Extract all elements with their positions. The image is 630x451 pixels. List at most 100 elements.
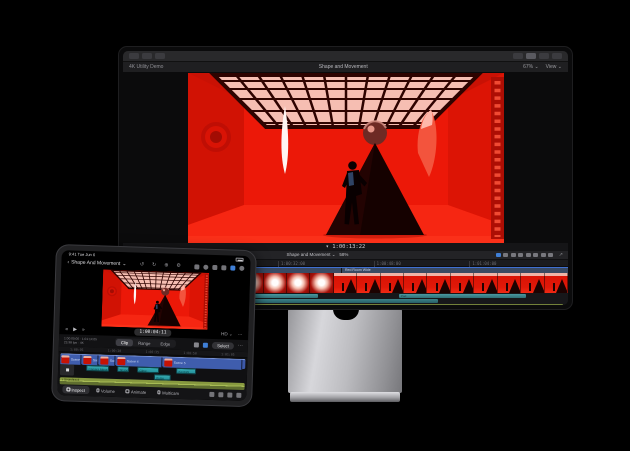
clip-thumbnail[interactable] [381, 273, 404, 293]
button-label: Volume [101, 388, 115, 393]
timeline-toggle-button[interactable] [526, 53, 536, 59]
back-chevron-icon[interactable]: ‹ [67, 260, 69, 266]
ruler-label: 1:00:35 [146, 350, 160, 354]
desk-scene: 4K Utility Demo Shape and Movement 67% ⌄… [0, 0, 630, 451]
trim-icon[interactable] [533, 253, 538, 257]
ruler-label: 1:00:05 [70, 348, 84, 352]
storyline-clip[interactable]: Scene 1 [60, 354, 81, 365]
clip-name: Glow [138, 367, 158, 373]
mode-edge[interactable]: Edge [155, 340, 175, 348]
audio-clip-label: Pad [399, 294, 526, 298]
ipad-mode-segment: ClipRangeEdge [115, 338, 176, 348]
play-icon[interactable]: ▶ [73, 327, 77, 333]
overwrite-icon[interactable] [236, 392, 241, 397]
snapping-icon[interactable] [194, 342, 199, 347]
connected-clip[interactable]: Glow [137, 366, 159, 373]
tools-icon[interactable] [526, 253, 531, 257]
bottom-button-multicam[interactable]: Multicam [153, 388, 183, 397]
gap-clip[interactable] [60, 364, 74, 375]
clip-name: Shapes [118, 367, 128, 373]
clip-appearance-icon[interactable] [518, 253, 523, 257]
clip-name: Pulse [155, 375, 170, 381]
audio-clip[interactable]: Pad [399, 294, 526, 298]
clip-thumbnail[interactable] [287, 273, 310, 293]
effects-icon[interactable] [541, 253, 546, 257]
record-icon[interactable] [203, 264, 208, 269]
storyline-clip[interactable]: Scene 3 [99, 355, 115, 365]
browser-icon[interactable] [194, 264, 199, 269]
viewer-zoom-menu[interactable]: 67% ⌄ [523, 64, 539, 70]
mode-range[interactable]: Range [133, 339, 156, 347]
clip-thumbnail[interactable] [310, 273, 333, 293]
skip-back-icon[interactable]: « [65, 327, 68, 333]
export-icon[interactable] [239, 266, 244, 271]
project-menu[interactable]: Shape and Movement ⌄ [286, 252, 335, 257]
connected-clip[interactable]: Camera Move [86, 365, 109, 372]
select-button[interactable]: Select [212, 342, 234, 350]
more-icon[interactable]: ⋯ [238, 343, 243, 349]
connected-clip[interactable]: Pulse [154, 374, 171, 381]
mode-clip[interactable]: Clip [116, 339, 133, 347]
snapping-icon[interactable] [503, 253, 508, 257]
storyline-clip[interactable]: Scene 2 [82, 355, 98, 365]
viewer-view-menu[interactable]: View ⌄ [546, 64, 562, 70]
more-icon[interactable]: ⋯ [238, 332, 243, 338]
inspect-icon [66, 388, 70, 392]
bottom-button-animate[interactable]: Animate [122, 387, 151, 396]
storyline-clip[interactable]: Scene 5 [163, 357, 242, 369]
project-title[interactable]: Shape And Movement [71, 260, 120, 268]
settings-icon[interactable]: ⚙ [176, 263, 181, 269]
clip-thumbnail[interactable] [451, 273, 474, 293]
clip-thumbnail [61, 355, 69, 363]
skimming-icon[interactable] [496, 253, 501, 257]
viewer-canvas[interactable] [188, 73, 504, 243]
viewer-options-icon[interactable] [212, 265, 217, 270]
share-button[interactable] [552, 53, 562, 59]
transitions-icon[interactable] [548, 253, 553, 257]
clip-thumbnail[interactable] [427, 273, 450, 293]
inspector-toggle-button[interactable] [539, 53, 549, 59]
clip-thumbnail [83, 356, 91, 364]
titles-generators-button[interactable] [155, 53, 165, 59]
trash-icon[interactable] [209, 392, 214, 397]
button-label: Inspect [71, 387, 85, 392]
clip-thumbnail[interactable] [357, 273, 380, 293]
mute-icon[interactable] [227, 392, 232, 397]
clip-thumbnail[interactable] [474, 273, 497, 293]
clip-thumbnail[interactable] [264, 273, 287, 293]
clip-thumbnail[interactable] [498, 273, 521, 293]
inspector-icon[interactable] [230, 265, 235, 270]
redo-icon[interactable]: ↻ [152, 262, 156, 268]
ipad: 9:41 Tue Jun 6 ‹ Shape And Movement ⌄ ↺ … [51, 244, 257, 407]
bottom-button-inspect[interactable]: Inspect [62, 385, 89, 394]
clip-thumbnail[interactable] [404, 273, 427, 293]
volume-icon [96, 389, 100, 393]
fullscreen-icon[interactable] [221, 265, 226, 270]
fcp-viewer [123, 73, 568, 243]
clip-thumbnail[interactable] [334, 273, 357, 293]
quality-menu[interactable]: HD ⌄ [221, 332, 233, 338]
undo-icon[interactable]: ↺ [140, 262, 144, 268]
display-stand-base [290, 392, 400, 402]
add-media-icon[interactable]: ⊕ [164, 263, 168, 269]
skimming-icon[interactable] [203, 342, 208, 347]
ruler-label: 1:00:32:00 [281, 261, 305, 266]
connected-clip[interactable]: Shapes [117, 365, 129, 372]
sidebar-toggle-button[interactable] [129, 53, 139, 59]
clip-thumbnail[interactable] [521, 273, 544, 293]
fcp-toolbar [123, 51, 568, 62]
clip-thumbnail [100, 356, 108, 364]
photos-audio-button[interactable] [142, 53, 152, 59]
connected-clip[interactable]: Keylight [176, 367, 196, 374]
bottom-button-volume[interactable]: Volume [92, 386, 119, 395]
library-label: 4K Utility Demo [129, 64, 163, 70]
duplicate-icon[interactable] [218, 392, 223, 397]
expand-timeline-icon[interactable]: ↗ [559, 252, 563, 258]
skip-forward-icon[interactable]: » [82, 327, 85, 333]
button-label: Multicam [162, 390, 179, 396]
clip-thumbnail[interactable] [545, 273, 568, 293]
audio-solo-icon[interactable] [511, 253, 516, 257]
clip-name: Scene 5 [174, 361, 186, 365]
viewer-canvas[interactable] [101, 269, 209, 329]
browser-toggle-button[interactable] [513, 53, 523, 59]
